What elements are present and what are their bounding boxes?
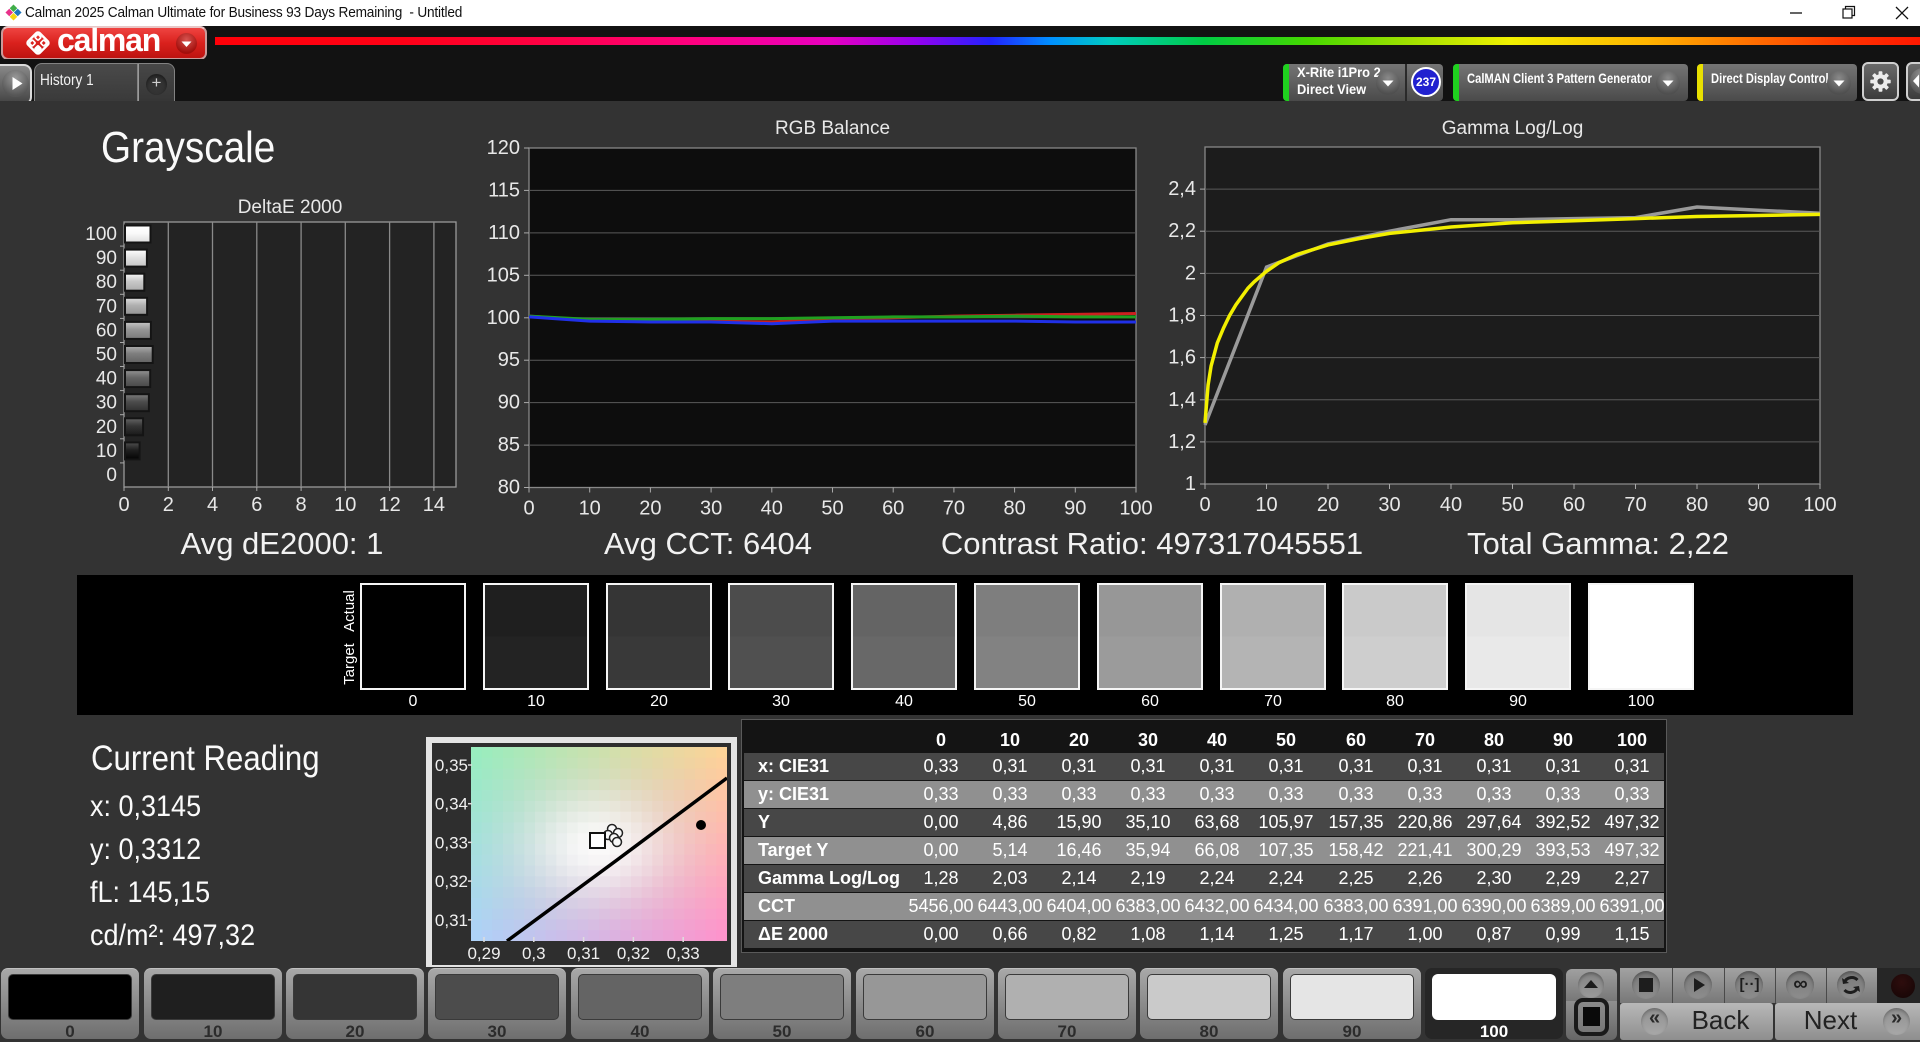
svg-text:110: 110 [488, 222, 520, 244]
svg-text:30: 30 [700, 498, 722, 518]
svg-text:10: 10 [96, 441, 117, 462]
svg-text:1,4: 1,4 [1168, 389, 1196, 411]
svg-text:2,4: 2,4 [1168, 178, 1196, 200]
svg-text:0,3: 0,3 [522, 944, 546, 963]
svg-text:100: 100 [1119, 498, 1152, 518]
svg-text:0,31: 0,31 [567, 944, 600, 963]
svg-text:RGB Balance: RGB Balance [775, 118, 890, 139]
svg-text:20: 20 [96, 417, 117, 438]
svg-text:40: 40 [1440, 494, 1462, 516]
svg-text:60: 60 [882, 498, 904, 518]
svg-text:8: 8 [296, 494, 307, 515]
svg-text:6: 6 [251, 494, 262, 515]
svg-text:50: 50 [1501, 494, 1523, 516]
svg-text:1,6: 1,6 [1168, 347, 1196, 369]
svg-text:40: 40 [761, 498, 783, 518]
svg-text:10: 10 [1255, 494, 1277, 516]
svg-text:60: 60 [1563, 494, 1585, 516]
svg-text:95: 95 [498, 349, 520, 371]
svg-text:0,35: 0,35 [435, 756, 468, 775]
svg-text:Gamma Log/Log: Gamma Log/Log [1442, 118, 1584, 139]
svg-text:0,32: 0,32 [435, 872, 468, 891]
svg-text:90: 90 [1064, 498, 1086, 518]
svg-text:120: 120 [487, 137, 520, 159]
svg-text:50: 50 [821, 498, 843, 518]
svg-text:0: 0 [1199, 494, 1210, 516]
svg-text:60: 60 [96, 320, 117, 341]
svg-text:90: 90 [1747, 494, 1769, 516]
svg-text:0,29: 0,29 [467, 944, 500, 963]
svg-text:0,32: 0,32 [617, 944, 650, 963]
svg-text:100: 100 [487, 307, 520, 329]
svg-text:0,33: 0,33 [435, 833, 468, 852]
svg-text:1,8: 1,8 [1168, 305, 1196, 327]
svg-text:80: 80 [1003, 498, 1025, 518]
svg-text:1,2: 1,2 [1168, 431, 1196, 453]
svg-text:20: 20 [1317, 494, 1339, 516]
svg-text:14: 14 [423, 494, 445, 515]
svg-text:1: 1 [1185, 473, 1196, 495]
svg-text:85: 85 [498, 434, 520, 456]
svg-text:30: 30 [1378, 494, 1400, 516]
svg-text:0,33: 0,33 [667, 944, 700, 963]
svg-text:105: 105 [487, 264, 520, 286]
svg-text:90: 90 [498, 392, 520, 414]
svg-text:100: 100 [1803, 494, 1836, 516]
svg-text:10: 10 [579, 498, 601, 518]
svg-text:4: 4 [207, 494, 218, 515]
svg-text:100: 100 [85, 224, 117, 245]
svg-text:50: 50 [96, 345, 117, 366]
svg-text:70: 70 [943, 498, 965, 518]
svg-text:0: 0 [523, 498, 534, 518]
svg-text:0,31: 0,31 [435, 911, 468, 930]
svg-text:80: 80 [1686, 494, 1708, 516]
svg-text:40: 40 [96, 369, 117, 390]
svg-text:12: 12 [378, 494, 400, 515]
svg-text:80: 80 [498, 477, 520, 499]
svg-text:0,34: 0,34 [435, 795, 468, 814]
svg-text:10: 10 [334, 494, 356, 515]
svg-text:90: 90 [96, 248, 117, 269]
svg-text:30: 30 [96, 393, 117, 414]
svg-text:0: 0 [118, 494, 129, 515]
svg-text:2,2: 2,2 [1168, 220, 1196, 242]
svg-text:2: 2 [1185, 262, 1196, 284]
svg-text:70: 70 [96, 296, 117, 317]
svg-text:115: 115 [488, 179, 520, 201]
svg-text:2: 2 [163, 494, 174, 515]
svg-text:70: 70 [1624, 494, 1646, 516]
svg-text:20: 20 [639, 498, 661, 518]
svg-text:0: 0 [106, 465, 117, 486]
svg-text:DeltaE 2000: DeltaE 2000 [238, 197, 343, 218]
svg-text:80: 80 [96, 272, 117, 293]
